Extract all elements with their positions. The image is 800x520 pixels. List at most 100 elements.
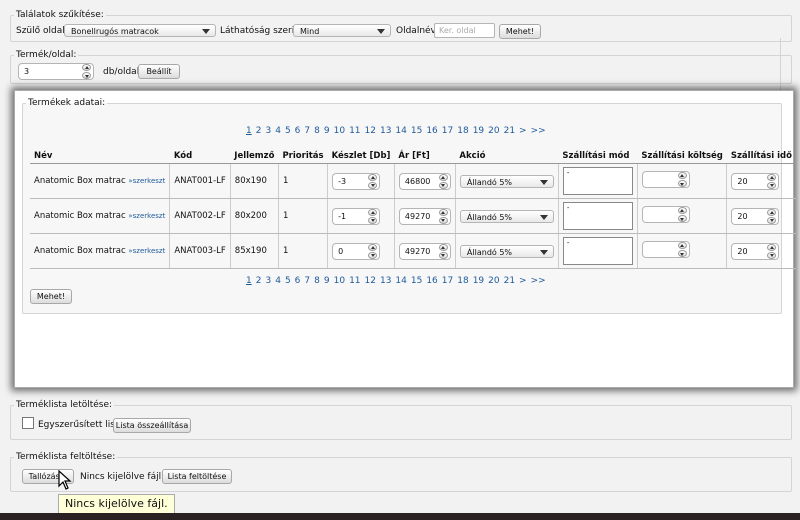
page-link[interactable]: 4 [275,126,281,136]
page-link[interactable]: 10 [334,126,345,136]
stepper-down-icon[interactable] [438,216,448,224]
edit-link[interactable]: »szerkeszt [128,247,165,255]
stepper-up-icon[interactable] [82,64,91,71]
page-link[interactable]: 15 [411,126,422,136]
page-link[interactable]: >> [531,276,546,286]
page-link[interactable]: 18 [457,276,468,286]
page-link[interactable]: 8 [314,276,320,286]
page-link[interactable]: >> [531,126,546,136]
page-link[interactable]: 7 [304,276,310,286]
page-link[interactable]: 5 [285,126,291,136]
ship-cost-stepper[interactable] [641,206,690,223]
price-stepper[interactable]: 46800 [398,172,451,190]
page-link[interactable]: 13 [380,126,391,136]
stepper-up-icon[interactable] [677,242,687,249]
page-link[interactable]: 6 [295,126,301,136]
stepper-up-icon[interactable] [438,208,448,216]
page-link[interactable]: 6 [295,276,301,286]
stepper-down-icon[interactable] [677,250,687,257]
stepper-up-icon[interactable] [368,243,378,251]
price-stepper[interactable]: 49270 [398,242,451,260]
action-select[interactable]: Állandó 5% [459,244,554,258]
stepper-down-icon[interactable] [368,181,378,189]
upload-list-button[interactable]: Lista feltöltése [162,469,232,484]
page-link[interactable]: 2 [256,126,262,136]
stock-stepper[interactable]: 0 [332,242,381,260]
edit-link[interactable]: »szerkeszt [128,177,165,185]
ship-mode-textarea[interactable]: - [562,202,633,230]
page-link[interactable]: 14 [395,276,406,286]
stepper-up-icon[interactable] [438,173,448,181]
page-link[interactable]: 10 [334,276,345,286]
action-select[interactable]: Állandó 5% [459,209,554,223]
stepper-down-icon[interactable] [368,251,378,259]
page-link[interactable]: 5 [285,276,291,286]
page-link[interactable]: 13 [380,276,391,286]
stepper-down-icon[interactable] [677,180,687,187]
parent-select[interactable]: Bonellrugós matracok [64,24,216,37]
ship-time-stepper[interactable]: 20 [731,172,780,190]
stepper-up-icon[interactable] [677,207,687,214]
page-link[interactable]: 9 [324,126,330,136]
page-link[interactable]: > [519,126,527,136]
ship-cost-stepper[interactable] [641,171,690,188]
stock-stepper[interactable]: -1 [332,207,381,225]
stepper-up-icon[interactable] [368,173,378,181]
page-link[interactable]: 4 [275,276,281,286]
page-link[interactable]: 11 [349,276,360,286]
page-link[interactable]: 9 [324,276,330,286]
perpage-stepper[interactable]: 3 [18,63,94,80]
page-link[interactable]: 17 [442,276,453,286]
stepper-down-icon[interactable] [82,72,91,79]
page-link[interactable]: 16 [426,126,437,136]
stepper-up-icon[interactable] [438,243,448,251]
ship-mode-textarea[interactable]: - [562,237,633,265]
page-link[interactable]: 19 [473,276,484,286]
page-link[interactable]: 21 [504,276,515,286]
page-link[interactable]: 7 [304,126,310,136]
page-link[interactable]: 1 [246,126,252,136]
perpage-set-button[interactable]: Beállít [138,64,180,79]
page-link[interactable]: 2 [256,276,262,286]
filter-go-button[interactable]: Mehet! [499,24,541,39]
stepper-down-icon[interactable] [677,215,687,222]
visibility-select[interactable]: Mind [293,24,391,37]
page-link[interactable]: 8 [314,126,320,136]
stepper-down-icon[interactable] [767,251,777,259]
page-link[interactable]: > [519,276,527,286]
stepper-down-icon[interactable] [368,216,378,224]
stepper-down-icon[interactable] [767,216,777,224]
edit-link[interactable]: »szerkeszt [128,212,165,220]
page-link[interactable]: 17 [442,126,453,136]
page-link[interactable]: 14 [395,126,406,136]
page-link[interactable]: 12 [365,126,376,136]
page-link[interactable]: 11 [349,126,360,136]
page-link[interactable]: 21 [504,126,515,136]
stepper-up-icon[interactable] [368,208,378,216]
build-list-button[interactable]: Lista összeállítása [113,418,191,433]
stepper-up-icon[interactable] [767,208,777,216]
stepper-down-icon[interactable] [767,181,777,189]
page-link[interactable]: 16 [426,276,437,286]
ship-mode-textarea[interactable]: - [562,167,633,195]
page-link[interactable]: 18 [457,126,468,136]
simple-list-checkbox[interactable] [22,417,34,429]
products-go-button[interactable]: Mehet! [30,289,72,304]
page-link[interactable]: 3 [265,126,271,136]
price-stepper[interactable]: 49270 [398,207,451,225]
page-link[interactable]: 3 [265,276,271,286]
ship-cost-stepper[interactable] [641,241,690,258]
action-select[interactable]: Állandó 5% [459,174,554,188]
page-link[interactable]: 15 [411,276,422,286]
stepper-down-icon[interactable] [438,251,448,259]
page-link[interactable]: 12 [365,276,376,286]
stepper-up-icon[interactable] [677,172,687,179]
page-link[interactable]: 1 [246,276,252,286]
stepper-down-icon[interactable] [438,181,448,189]
ship-time-stepper[interactable]: 20 [731,242,780,260]
page-link[interactable]: 20 [488,126,499,136]
pagename-input[interactable]: Ker. oldal [434,23,495,38]
ship-time-stepper[interactable]: 20 [731,207,780,225]
page-link[interactable]: 19 [473,126,484,136]
page-link[interactable]: 20 [488,276,499,286]
